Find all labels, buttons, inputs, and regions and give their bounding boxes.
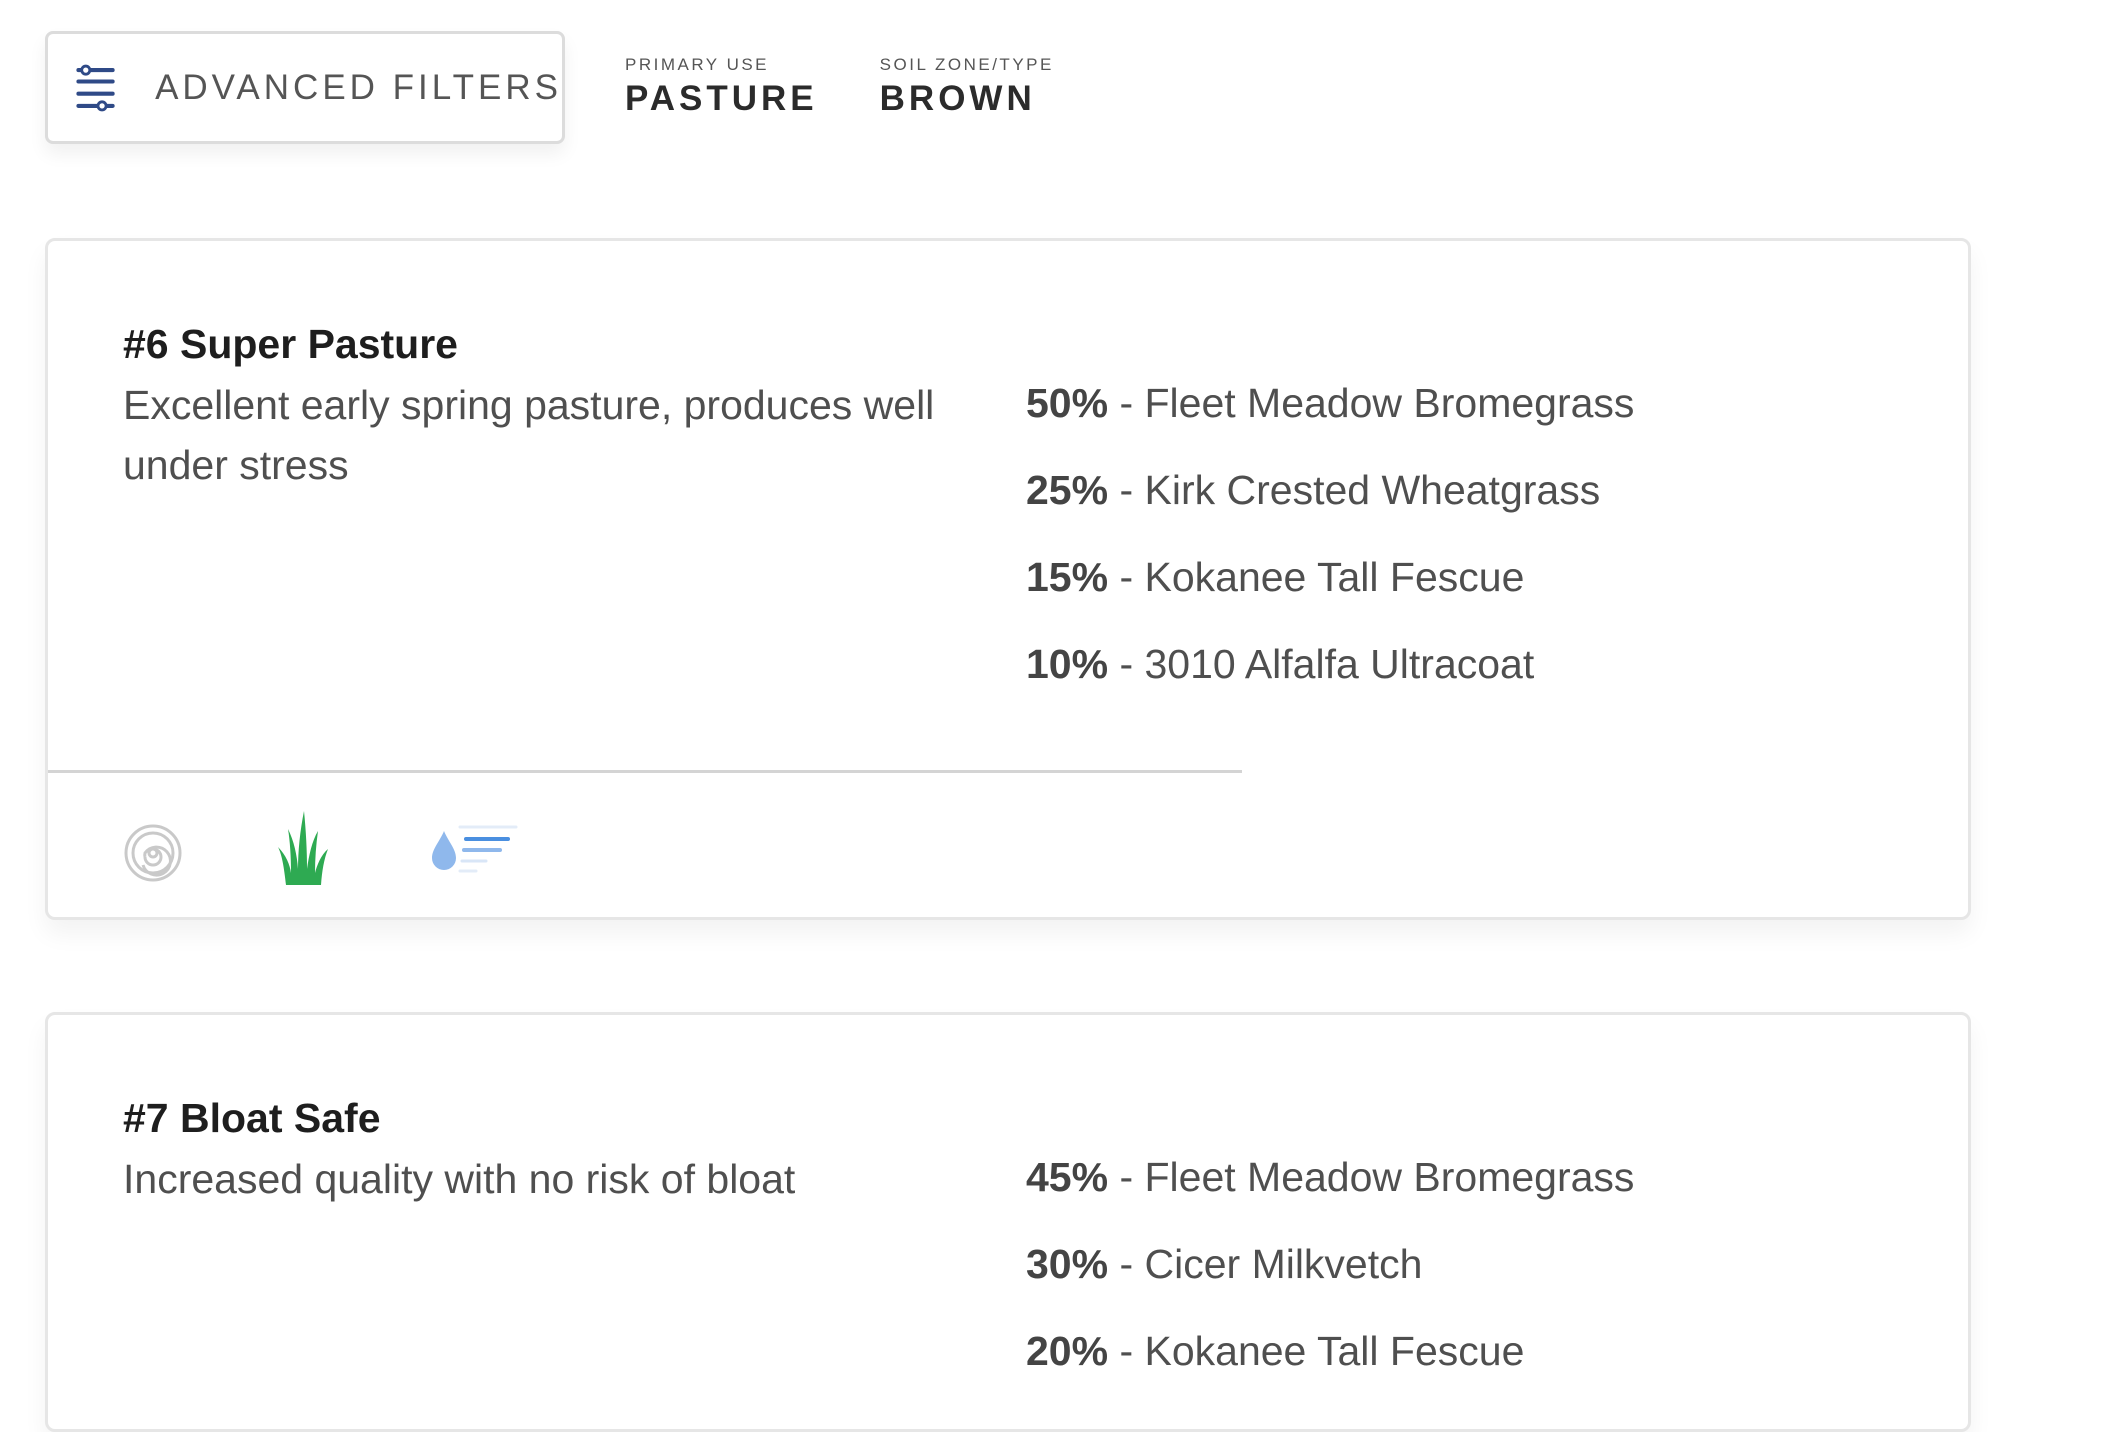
mix-component-name: - Fleet Meadow Bromegrass <box>1108 380 1635 426</box>
mix-component-name: - 3010 Alfalfa Ultracoat <box>1108 641 1535 687</box>
mix-component-name: - Cicer Milkvetch <box>1108 1241 1423 1287</box>
filter-primary-use[interactable]: PRIMARY USE PASTURE <box>625 55 818 121</box>
mix-component: 20% - Kokanee Tall Fescue <box>1026 1321 1634 1381</box>
advanced-filters-label: ADVANCED FILTERS <box>155 67 562 107</box>
mix-component: 45% - Fleet Meadow Bromegrass <box>1026 1147 1634 1207</box>
mix-component-name: - Kokanee Tall Fescue <box>1108 1328 1525 1374</box>
mix-component: 50% - Fleet Meadow Bromegrass <box>1026 373 1634 433</box>
mix-card-description: Increased quality with no risk of bloat <box>123 1156 796 1202</box>
mix-component-percent: 25% <box>1026 467 1109 513</box>
mix-component: 25% - Kirk Crested Wheatgrass <box>1026 460 1634 520</box>
mix-component-percent: 20% <box>1026 1328 1109 1374</box>
mix-card-title: #6 Super Pasture <box>123 321 458 367</box>
filter-bar: ADVANCED FILTERS PRIMARY USE PASTURE SOI… <box>45 31 1054 144</box>
mix-card[interactable]: #6 Super Pasture Excellent early spring … <box>45 238 1971 920</box>
mix-component-percent: 50% <box>1026 380 1109 426</box>
filter-soil-zone-label: SOIL ZONE/TYPE <box>879 54 1054 74</box>
water-drop-icon <box>432 825 518 873</box>
card-divider <box>48 770 1242 773</box>
filter-primary-use-label: PRIMARY USE <box>625 54 770 74</box>
mix-component: 10% - 3010 Alfalfa Ultracoat <box>1026 634 1634 694</box>
mix-card-description: Excellent early spring pasture, produces… <box>123 382 935 488</box>
mix-component-list: 50% - Fleet Meadow Bromegrass 25% - Kirk… <box>1026 373 1634 721</box>
spiral-icon <box>124 824 182 882</box>
filter-soil-zone[interactable]: SOIL ZONE/TYPE BROWN <box>880 55 1054 121</box>
filter-soil-zone-value: BROWN <box>879 78 1036 118</box>
mix-component-percent: 45% <box>1026 1154 1109 1200</box>
mix-component: 15% - Kokanee Tall Fescue <box>1026 547 1634 607</box>
grass-icon <box>278 811 328 885</box>
filter-primary-use-value: PASTURE <box>625 78 818 118</box>
advanced-filters-button[interactable]: ADVANCED FILTERS <box>45 31 565 144</box>
mix-component-percent: 10% <box>1026 641 1109 687</box>
mix-component-percent: 30% <box>1026 1241 1109 1287</box>
mix-component-name: - Kokanee Tall Fescue <box>1108 554 1525 600</box>
mix-component-name: - Fleet Meadow Bromegrass <box>1108 1154 1635 1200</box>
mix-card[interactable]: #7 Bloat Safe Increased quality with no … <box>45 1012 1971 1432</box>
mix-component-name: - Kirk Crested Wheatgrass <box>1108 467 1601 513</box>
mix-component-list: 45% - Fleet Meadow Bromegrass 30% - Cice… <box>1026 1147 1634 1408</box>
mix-component-percent: 15% <box>1026 554 1109 600</box>
sliders-icon <box>76 64 115 111</box>
mix-card-title: #7 Bloat Safe <box>123 1095 381 1141</box>
mix-component: 30% - Cicer Milkvetch <box>1026 1234 1634 1294</box>
